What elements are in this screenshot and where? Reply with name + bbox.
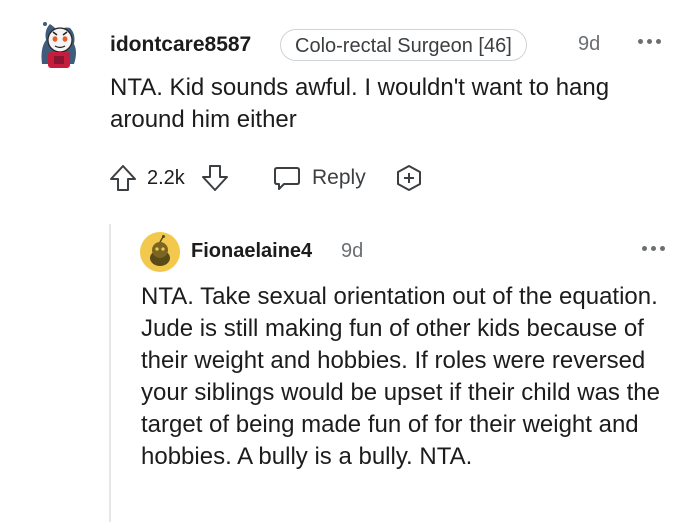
comment-body: NTA. Kid sounds awful. I wouldn't want t…: [110, 74, 610, 133]
more-options-icon[interactable]: [636, 27, 663, 53]
vote-score: 2.2k: [147, 167, 185, 189]
reply-username[interactable]: Fionaelaine4: [191, 240, 312, 263]
downvote-icon[interactable]: [200, 163, 230, 193]
reply-timestamp[interactable]: 9d: [341, 240, 363, 263]
upvote-icon[interactable]: [108, 163, 138, 193]
avatar[interactable]: [36, 18, 82, 72]
snoo-avatar-icon: [140, 232, 180, 272]
more-options-icon[interactable]: [640, 234, 667, 260]
comment-username[interactable]: idontcare8587: [110, 33, 251, 57]
snoo-avatar-icon: [41, 22, 76, 68]
speech-bubble-icon[interactable]: [272, 163, 302, 193]
reply-button[interactable]: Reply: [312, 166, 366, 190]
comment-timestamp[interactable]: 9d: [578, 33, 600, 56]
reply-body: NTA. Take sexual orientation out of the …: [141, 283, 660, 470]
award-plus-icon[interactable]: [394, 163, 424, 193]
user-flair: Colo-rectal Surgeon [46]: [280, 29, 527, 61]
thread-line[interactable]: [109, 224, 111, 522]
avatar[interactable]: [140, 232, 180, 272]
